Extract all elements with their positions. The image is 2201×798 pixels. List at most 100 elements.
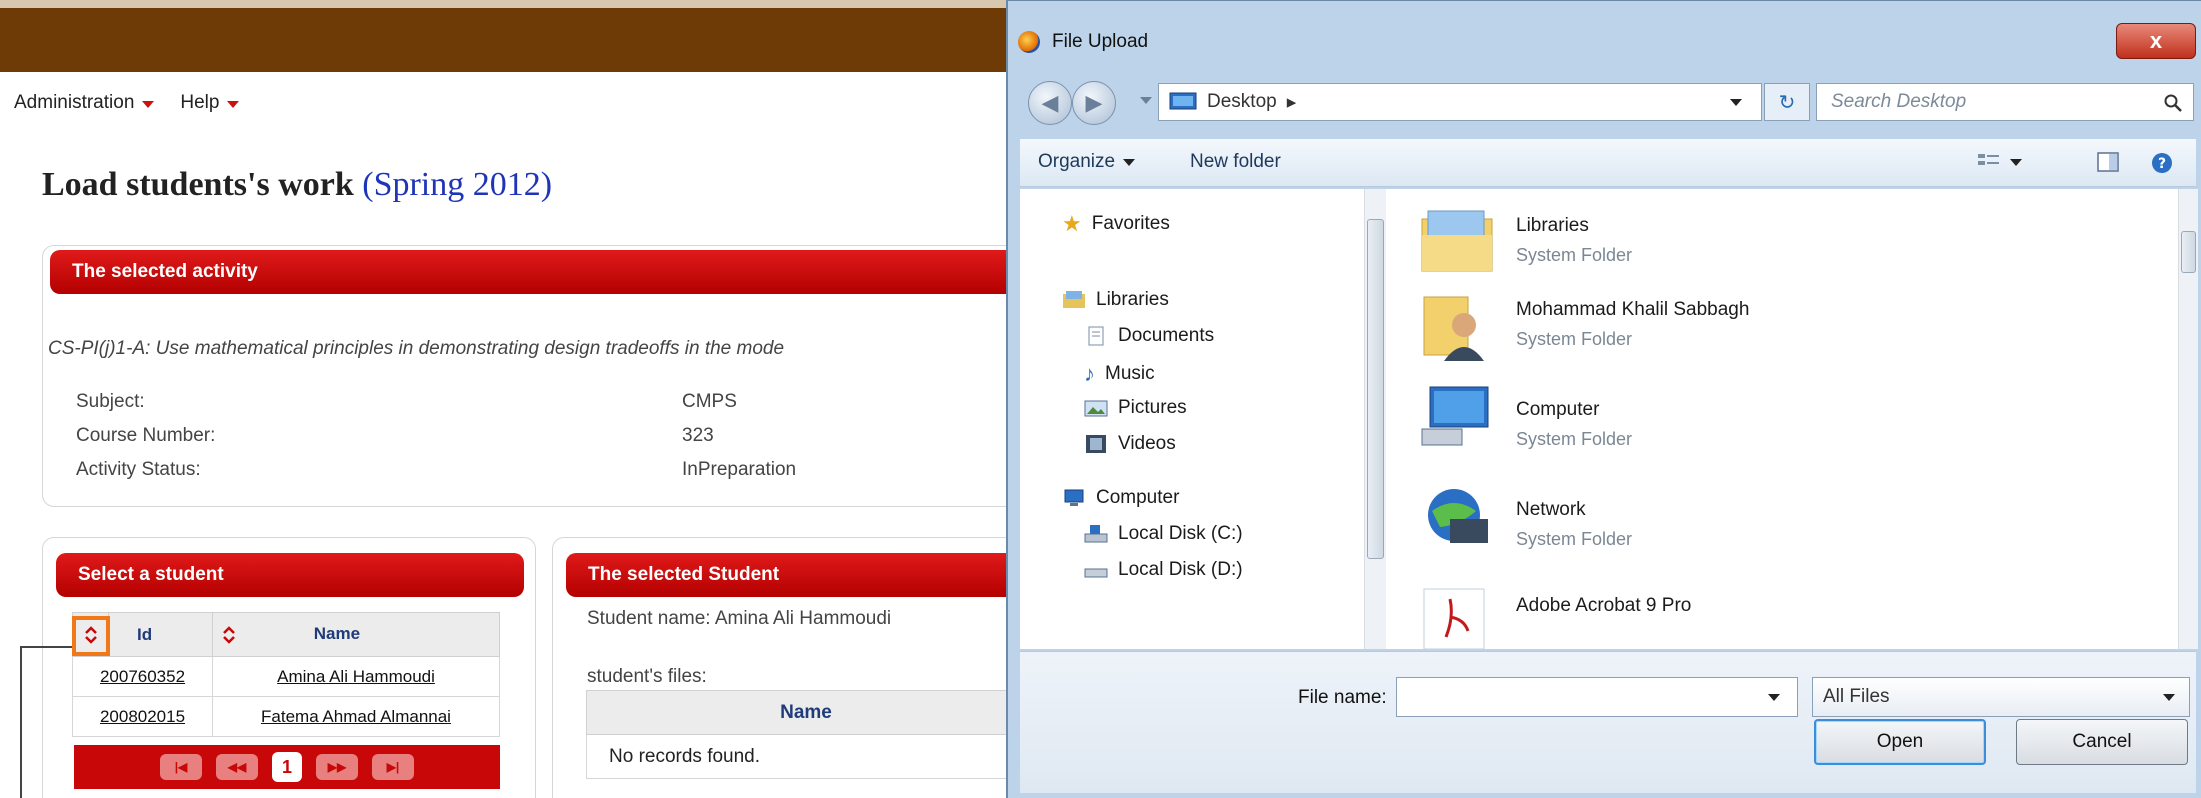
item-name[interactable]: Computer <box>1516 399 1599 421</box>
pager: |◀ ◀◀ 1 ▶▶ ▶| <box>74 745 500 789</box>
caret-down-icon <box>227 100 240 108</box>
nav-local-disk-d-label: Local Disk (D:) <box>1118 559 1243 580</box>
open-button[interactable]: Open <box>1814 719 1986 765</box>
semester-link[interactable]: (Spring 2012) <box>362 166 552 203</box>
nav-music[interactable]: ♪ Music <box>1084 361 1155 387</box>
navigation-scrollbar[interactable] <box>1364 189 1386 649</box>
nav-libraries-label: Libraries <box>1096 289 1169 310</box>
acrobat-icon <box>1423 588 1485 649</box>
dialog-toolbar: Organize New folder ? <box>1020 139 2196 187</box>
first-page-icon[interactable]: |◀ <box>160 754 202 780</box>
student-id-link[interactable]: 200760352 <box>100 667 185 686</box>
item-name[interactable]: Network <box>1516 499 1586 521</box>
sort-icon <box>223 625 235 644</box>
chevron-down-icon <box>2010 158 2022 166</box>
menu-administration-label: Administration <box>14 92 135 113</box>
user-folder-icon <box>1423 296 1484 361</box>
name-column-label: Name <box>313 624 361 644</box>
subject-label: Subject: <box>76 391 145 412</box>
files-name-header[interactable]: Name <box>586 690 1026 735</box>
recent-pages-icon[interactable] <box>1140 97 1152 104</box>
firefox-icon <box>1018 31 1040 53</box>
student-name-link[interactable]: Amina Ali Hammoudi <box>277 667 435 686</box>
last-page-icon[interactable]: ▶| <box>372 754 414 780</box>
computer-large-icon <box>1421 386 1489 446</box>
nav-local-disk-d[interactable]: Local Disk (D:) <box>1084 559 1243 581</box>
subject-value: CMPS <box>682 391 737 412</box>
student-id-cell[interactable]: 200802015 <box>72 696 213 737</box>
menu-help[interactable]: Help <box>180 92 240 114</box>
menu-bar: Administration Help <box>14 92 240 114</box>
preview-pane-icon[interactable] <box>2096 151 2120 173</box>
item-name[interactable]: Libraries <box>1516 215 1589 237</box>
nav-local-disk-c-label: Local Disk (C:) <box>1118 523 1243 544</box>
videos-icon <box>1086 435 1106 453</box>
id-column-header[interactable]: Id <box>108 612 213 657</box>
student-id-link[interactable]: 200802015 <box>100 707 185 726</box>
back-icon[interactable]: ◀ <box>1028 81 1072 125</box>
student-name-link[interactable]: Fatema Ahmad Almannai <box>261 707 451 726</box>
documents-icon <box>1088 326 1104 346</box>
table-row[interactable]: 200802015 Fatema Ahmad Almannai <box>72 696 500 737</box>
file-list-scroll-thumb[interactable] <box>2181 231 2196 273</box>
nav-local-disk-c[interactable]: Local Disk (C:) <box>1084 523 1243 545</box>
item-name[interactable]: Mohammad Khalil Sabbagh <box>1516 299 1749 321</box>
student-id-cell[interactable]: 200760352 <box>72 656 213 697</box>
nav-music-label: Music <box>1105 363 1155 384</box>
organize-button[interactable]: Organize <box>1038 151 1136 173</box>
file-list-scrollbar[interactable] <box>2178 189 2198 649</box>
activity-status-label: Activity Status: <box>76 459 201 480</box>
views-icon <box>1978 154 1999 165</box>
nav-pictures[interactable]: Pictures <box>1084 397 1187 419</box>
file-type-value: All Files <box>1823 686 1890 707</box>
file-name-input[interactable] <box>1396 677 1798 717</box>
refresh-icon[interactable]: ↻ <box>1764 83 1810 121</box>
forward-icon[interactable]: ▶ <box>1072 81 1116 125</box>
search-input[interactable]: Search Desktop <box>1816 83 2194 121</box>
music-icon: ♪ <box>1084 361 1095 386</box>
nav-videos[interactable]: Videos <box>1084 433 1176 455</box>
nav-videos-label: Videos <box>1118 433 1176 454</box>
caret-down-icon <box>142 100 155 108</box>
view-options-icon[interactable] <box>1976 151 2022 173</box>
nav-favorites[interactable]: ★ Favorites <box>1062 211 1170 237</box>
address-bar[interactable]: Desktop ▸ <box>1158 83 1762 121</box>
files-table: Name No records found. <box>586 690 1026 779</box>
current-page[interactable]: 1 <box>272 752 302 782</box>
nav-computer[interactable]: Computer <box>1062 487 1179 509</box>
student-name-cell[interactable]: Amina Ali Hammoudi <box>212 656 500 697</box>
nav-documents-label: Documents <box>1118 325 1215 346</box>
navigation-scroll-thumb[interactable] <box>1367 219 1384 559</box>
prev-page-icon[interactable]: ◀◀ <box>216 754 258 780</box>
table-row[interactable]: 200760352 Amina Ali Hammoudi <box>72 656 500 697</box>
name-column-header[interactable]: Name <box>212 612 500 657</box>
student-name-cell[interactable]: Fatema Ahmad Almannai <box>212 696 500 737</box>
preview-icon <box>2097 152 2119 172</box>
student-table: Id Name 200760352 Amina Ali Hammoudi 200… <box>72 612 500 737</box>
file-name-dropdown-icon[interactable] <box>1768 694 1780 701</box>
new-folder-button[interactable]: New folder <box>1190 151 1281 173</box>
selected-student-title: The selected Student <box>588 564 780 585</box>
next-page-icon[interactable]: ▶▶ <box>316 754 358 780</box>
item-name[interactable]: Adobe Acrobat 9 Pro <box>1516 595 1691 617</box>
student-name-text: Student name: Amina Ali Hammoudi <box>587 608 892 629</box>
file-type-select[interactable]: All Files <box>1812 677 2190 717</box>
no-records-message: No records found. <box>586 734 1026 779</box>
item-type: System Folder <box>1516 429 1633 449</box>
file-name-label: File name: <box>1298 687 1387 708</box>
help-icon[interactable]: ? <box>2150 151 2174 175</box>
help-circle-icon: ? <box>2152 153 2172 173</box>
menu-administration[interactable]: Administration <box>14 92 155 114</box>
item-type: System Folder <box>1516 245 1633 265</box>
address-dropdown-icon[interactable] <box>1730 99 1742 106</box>
activity-panel-header: The selected activity <box>50 250 1050 294</box>
select-student-header: Select a student <box>56 553 524 597</box>
search-icon <box>2164 94 2182 112</box>
nav-documents[interactable]: Documents <box>1084 325 1214 347</box>
nav-libraries[interactable]: Libraries <box>1062 289 1169 311</box>
activity-panel-title: The selected activity <box>72 261 258 282</box>
address-text: Desktop <box>1207 91 1277 112</box>
breadcrumb-arrow-icon[interactable]: ▸ <box>1287 91 1297 114</box>
close-button[interactable]: x <box>2116 23 2196 59</box>
cancel-button[interactable]: Cancel <box>2016 719 2188 765</box>
